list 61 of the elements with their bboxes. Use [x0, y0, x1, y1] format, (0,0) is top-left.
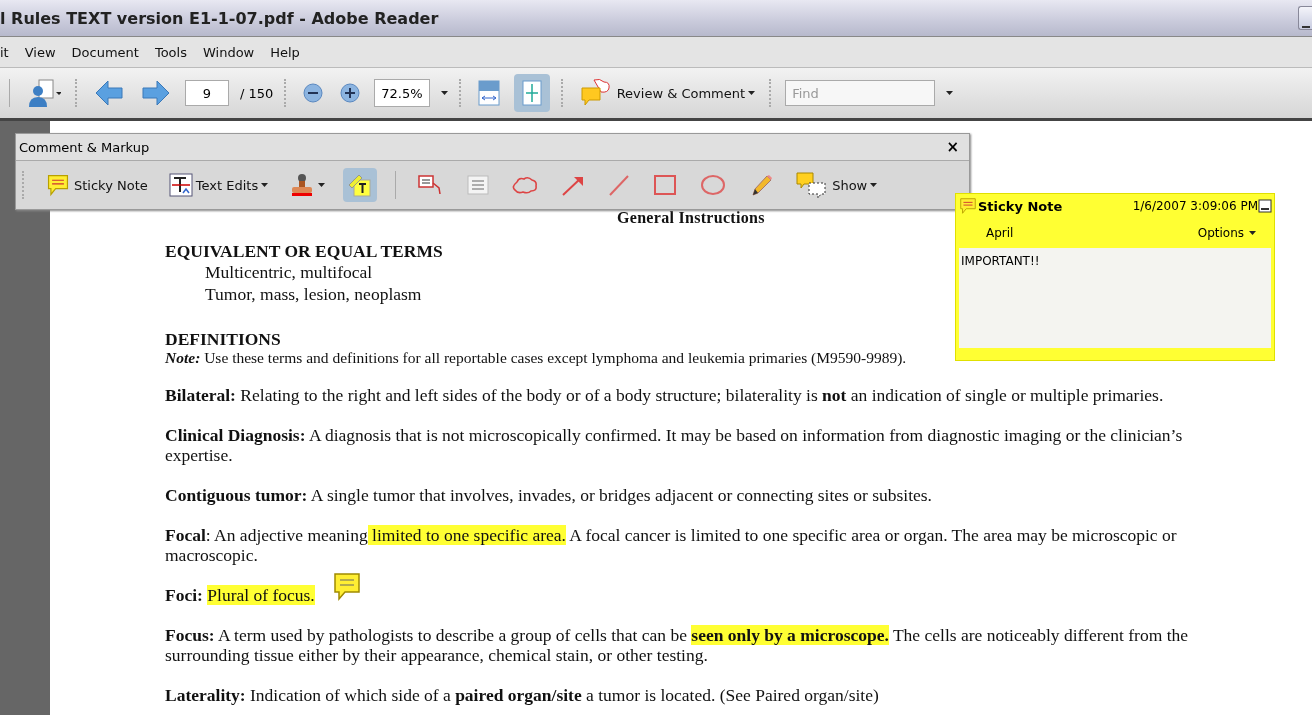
user-document-icon — [27, 78, 61, 108]
term-list-item: Multicentric, multifocal — [205, 261, 373, 283]
rectangle-icon — [652, 173, 679, 197]
fit-page-button[interactable] — [513, 74, 550, 112]
right-arrow-icon — [141, 79, 171, 107]
definition-paragraph: Foci: Plural of focus. — [165, 585, 316, 605]
text-edit-icon — [168, 173, 193, 197]
menu-item[interactable]: Tools — [146, 44, 195, 60]
menu-item[interactable]: Help — [262, 44, 308, 60]
page-number-field[interactable]: 9 — [185, 80, 229, 106]
section-heading: DEFINITIONS — [165, 329, 281, 349]
menu-item[interactable]: View — [16, 44, 64, 60]
text-box-icon — [466, 174, 491, 196]
minus-icon — [303, 83, 324, 103]
term-list-item: Tumor, mass, lesion, neoplasm — [205, 283, 422, 305]
oval-icon — [699, 173, 728, 197]
caret-icon — [1249, 231, 1256, 235]
window-title: l Rules TEXT version E1-1-07.pdf - Adobe Reader — [0, 8, 439, 28]
menu-item[interactable]: Window — [194, 44, 263, 60]
note-text-area[interactable]: IMPORTANT!! — [959, 248, 1271, 348]
highlight-tool-button[interactable] — [343, 168, 378, 202]
plus-icon — [340, 83, 361, 103]
section-heading: EQUIVALENT OR EQUAL TERMS — [165, 241, 443, 261]
minimize-icon[interactable] — [1258, 199, 1272, 213]
note-author: April — [986, 226, 1014, 240]
textedits-tool-button[interactable]: Text Edits — [165, 170, 272, 200]
toolbar-title: Comment & Markup — [19, 139, 150, 155]
menu-item[interactable]: Document — [63, 44, 147, 60]
definition-paragraph: Contiguous tumor: A single tumor that involves, invades, or bridges adjacent or connecting sites or subsites. — [165, 485, 933, 505]
menu-item[interactable]: it — [0, 44, 17, 60]
definition-paragraph: Focal: An adjective meaning limited to one specific area. A focal cancer is limited to one specific area or organ. The area may be microscopic or macroscopic. — [165, 525, 1178, 565]
minimize-button[interactable] — [1298, 6, 1312, 30]
speech-bubble-icon — [958, 196, 978, 216]
line-icon — [607, 173, 632, 197]
show-tool-button[interactable]: Show — [792, 168, 881, 202]
definition-paragraph: Clinical Diagnosis: A diagnosis that is not microscopically confirmed. It may be based on information from diagnostic imaging or the clinician’s expertise. — [165, 425, 1184, 465]
caret-icon — [318, 183, 326, 187]
definition-paragraph: Focus: A term used by pathologists to describe a group of cells that can be seen only by a microscope. The cells are noticeably different from the surrounding tissue either by their appearance, chemical stain, or other testing. — [165, 625, 1190, 665]
speech-bubble-icon — [45, 172, 71, 198]
caret-icon — [748, 91, 756, 95]
cloud-icon — [511, 175, 540, 195]
caret-icon — [440, 91, 448, 95]
speech-bubble-icon[interactable] — [333, 572, 361, 602]
caret-icon — [946, 91, 954, 95]
options-button[interactable]: Options — [1197, 226, 1256, 240]
caret-icon — [261, 183, 269, 187]
note-title: Sticky Note — [978, 198, 1063, 214]
fit-width-icon — [477, 80, 500, 106]
review-comment-button[interactable]: Review & Comment — [576, 75, 759, 111]
definition-paragraph: Bilateral: Relating to the right and left sides of the body or of a body structure; bilaterality is not an indication of single or multiple primaries. — [165, 385, 1165, 405]
note-date: 1/6/2007 3:09:06 PM — [1132, 199, 1258, 213]
left-arrow-icon — [94, 79, 124, 107]
definition-paragraph: Laterality: Indication of which side of a paired organ/site a tumor is located. (See Paired organ/site) — [165, 685, 880, 705]
caret-icon — [870, 183, 878, 187]
sticky-tool-button[interactable]: Sticky Note — [42, 169, 151, 201]
close-button[interactable]: × — [946, 138, 959, 156]
note-text: Note: Use these terms and definitions for all reportable cases except lymphoma and leukemia primaries (M9590-9989). — [165, 349, 907, 367]
page-total: / 150 — [240, 85, 274, 101]
zoom-field[interactable]: 72.5% — [374, 79, 430, 107]
section-title: General Instructions — [617, 209, 765, 227]
find-field[interactable]: Find — [785, 80, 936, 106]
